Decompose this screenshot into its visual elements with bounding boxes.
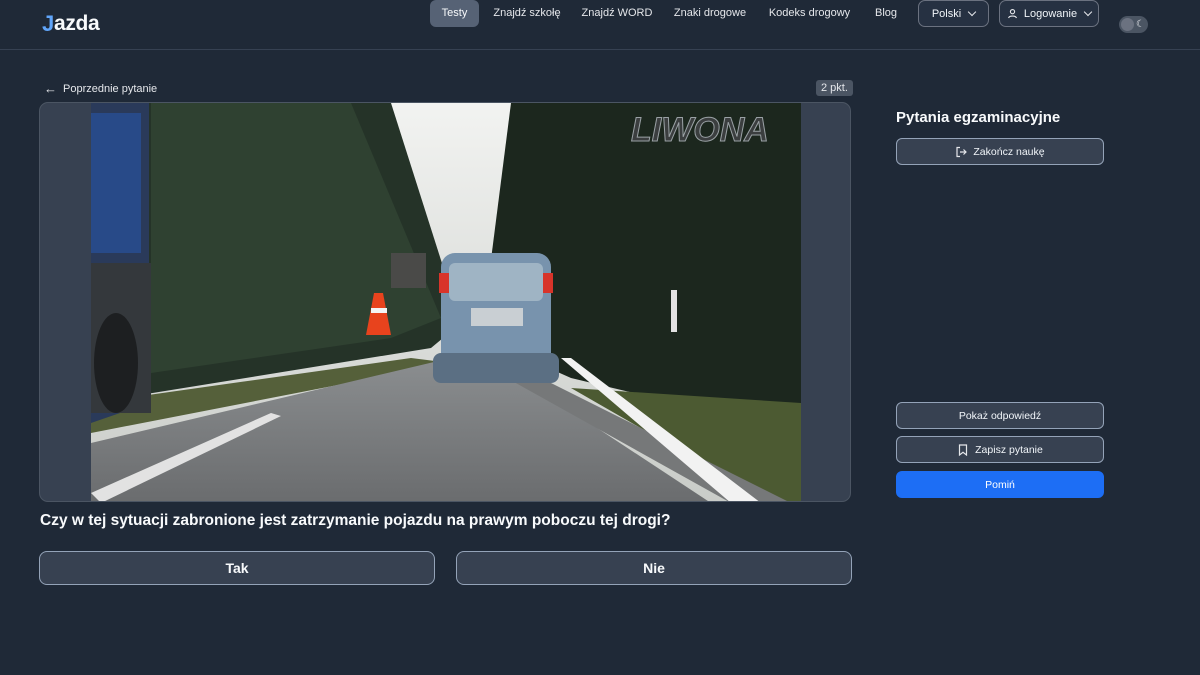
answer-yes-button[interactable]: Tak bbox=[39, 551, 435, 585]
previous-question-link[interactable]: ← Poprzednie pytanie bbox=[44, 81, 157, 96]
question-media: LIWONA bbox=[39, 102, 851, 502]
jazda-logo[interactable]: Jazda bbox=[42, 11, 100, 37]
nav-item-znaki-drogowe[interactable]: Znaki drogowe bbox=[672, 0, 748, 27]
nav-item-znajdz-word[interactable]: Znajdź WORD bbox=[580, 0, 654, 27]
nav-item-znajdz-szkole[interactable]: Znajdź szkołę bbox=[490, 0, 564, 27]
end-learning-button[interactable]: Zakończ naukę bbox=[896, 138, 1104, 165]
save-question-label: Zapisz pytanie bbox=[975, 443, 1043, 456]
language-label: Polski bbox=[931, 7, 962, 20]
toggle-knob bbox=[1121, 18, 1134, 31]
question-text: Czy w tej sytuacji zabronione jest zatrz… bbox=[40, 512, 671, 529]
save-question-button[interactable]: Zapisz pytanie bbox=[896, 436, 1104, 463]
bookmark-icon bbox=[957, 443, 969, 456]
user-icon bbox=[1007, 8, 1019, 20]
show-answer-button[interactable]: Pokaż odpowiedź bbox=[896, 402, 1104, 429]
answer-no-button[interactable]: Nie bbox=[456, 551, 852, 585]
logout-icon bbox=[955, 146, 968, 158]
language-select[interactable]: Polski bbox=[918, 0, 989, 27]
nav-item-kodeks-drogowy[interactable]: Kodeks drogowy bbox=[767, 0, 852, 27]
image-watermark: LIWONA bbox=[631, 111, 769, 149]
login-button[interactable]: Logowanie bbox=[999, 0, 1099, 27]
logo-text: azda bbox=[53, 12, 100, 35]
previous-question-label: Poprzednie pytanie bbox=[63, 82, 158, 95]
login-label: Logowanie bbox=[1023, 7, 1078, 20]
arrow-left-icon: ← bbox=[44, 81, 57, 96]
moon-icon: ☾ bbox=[1136, 19, 1145, 30]
chevron-down-icon bbox=[1083, 7, 1093, 17]
skip-button[interactable]: Pomiń bbox=[896, 471, 1104, 498]
sidebar-title: Pytania egzaminacyjne bbox=[896, 109, 1061, 126]
end-learning-label: Zakończ naukę bbox=[973, 145, 1045, 158]
top-navigation-bar: Jazda Testy Znajdź szkołę Znajdź WORD Zn… bbox=[0, 0, 1200, 50]
chevron-down-icon bbox=[967, 7, 977, 17]
points-badge: 2 pkt. bbox=[816, 80, 853, 96]
theme-toggle[interactable]: ☾ bbox=[1119, 16, 1148, 33]
nav-item-blog[interactable]: Blog bbox=[871, 0, 901, 27]
nav-item-testy[interactable]: Testy bbox=[430, 0, 479, 27]
logo-mark: J bbox=[42, 11, 54, 36]
road-scene-image: LIWONA bbox=[91, 103, 801, 501]
